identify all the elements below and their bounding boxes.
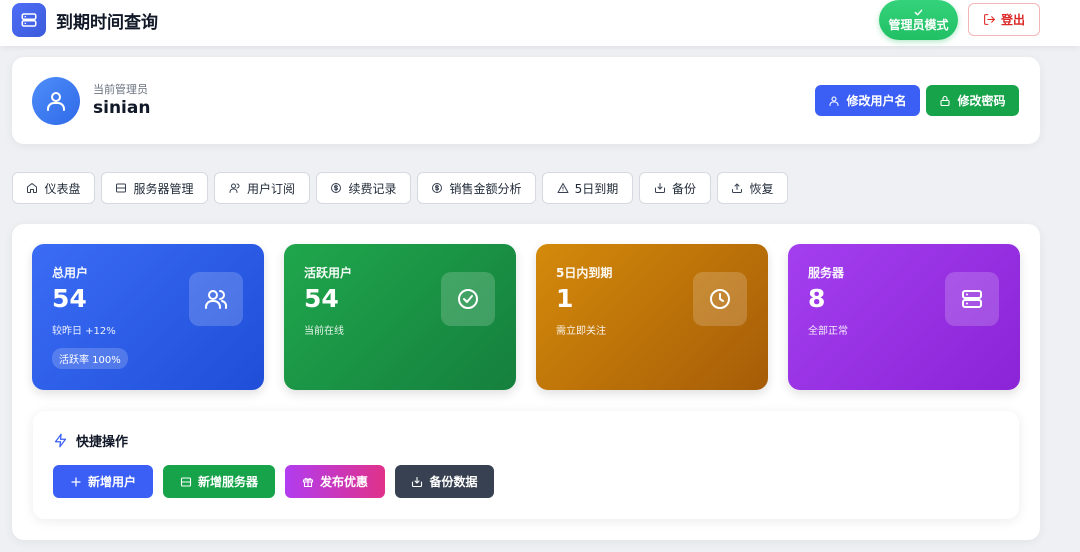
button-label: 发布优惠 [319, 475, 368, 489]
edit-username-button[interactable]: 修改用户名 [815, 85, 920, 116]
stat-value: 1 [556, 284, 574, 313]
quick-actions-panel: 快捷操作 新增用户 新增服务器 发布优惠 备份数据 [33, 411, 1019, 519]
edit-username-label: 修改用户名 [846, 94, 907, 108]
lock-icon [940, 95, 951, 106]
backup-data-button[interactable]: 备份数据 [395, 465, 494, 498]
tab-expiring-5-days[interactable]: 5日到期 [542, 172, 633, 204]
stat-icon-box [441, 272, 495, 326]
tab-label: 仪表盘 [44, 181, 81, 196]
user-icon [47, 92, 65, 111]
admin-profile-card: 当前管理员 sinian 修改用户名 修改密码 [12, 57, 1040, 144]
clock-icon [710, 289, 730, 309]
gift-icon [302, 477, 314, 487]
plus-icon [71, 476, 81, 487]
tab-backup[interactable]: 备份 [639, 172, 711, 204]
dollar-icon [331, 183, 342, 193]
stat-subtitle: 当前在线 [304, 326, 344, 337]
warning-icon [557, 183, 569, 193]
tab-server-management[interactable]: 服务器管理 [101, 172, 208, 204]
admin-username: sinian [93, 98, 151, 118]
server-icon [21, 13, 37, 27]
top-header: 到期时间查询 管理员模式 登出 [0, 0, 1080, 46]
logout-button[interactable]: 登出 [968, 3, 1040, 36]
tab-label: 备份 [671, 181, 696, 196]
tab-user-subscriptions[interactable]: 用户订阅 [214, 172, 310, 204]
download-icon [412, 476, 423, 487]
stat-title: 5日内到期 [556, 266, 613, 280]
stat-card-expiring-5-days[interactable]: 5日内到期 1 需立即关注 [536, 244, 768, 390]
stat-subtitle: 需立即关注 [556, 326, 606, 337]
server-icon [116, 183, 127, 193]
tab-label: 销售金额分析 [449, 181, 522, 196]
profile-label: 当前管理员 [93, 83, 148, 96]
stat-value: 54 [52, 284, 87, 313]
tab-sales-analysis[interactable]: 销售金额分析 [417, 172, 536, 204]
stat-card-active-users[interactable]: 活跃用户 54 当前在线 [284, 244, 516, 390]
publish-promotion-button[interactable]: 发布优惠 [285, 465, 385, 498]
tab-label: 5日到期 [574, 181, 619, 196]
stat-icon-box [945, 272, 999, 326]
download-icon [654, 183, 665, 193]
users-icon [205, 290, 228, 309]
user-icon [829, 95, 840, 106]
active-rate-badge: 活跃率 100% [52, 348, 128, 369]
server-icon [180, 476, 192, 487]
admin-mode-label: 管理员模式 [888, 18, 949, 33]
tab-label: 恢复 [749, 181, 774, 196]
stat-title: 活跃用户 [304, 266, 353, 280]
button-label: 备份数据 [429, 475, 478, 489]
button-label: 新增服务器 [197, 475, 258, 489]
server-icon [962, 290, 982, 308]
stat-value: 54 [304, 284, 339, 313]
app-logo [12, 3, 46, 37]
quick-actions-title: 快捷操作 [76, 435, 129, 450]
lightning-icon [54, 433, 67, 448]
tab-label: 续费记录 [348, 181, 397, 196]
add-user-button[interactable]: 新增用户 [53, 465, 153, 498]
stat-title: 服务器 [808, 266, 845, 280]
stat-subtitle: 较昨日 +12% [52, 326, 116, 337]
tab-renewal-records[interactable]: 续费记录 [316, 172, 411, 204]
app-title: 到期时间查询 [56, 13, 158, 33]
stat-card-total-users[interactable]: 总用户 54 较昨日 +12% 活跃率 100% [32, 244, 264, 390]
logout-label: 登出 [1000, 13, 1025, 27]
admin-mode-badge[interactable]: 管理员模式 [879, 0, 958, 40]
stat-icon-box [189, 272, 243, 326]
stat-icon-box [693, 272, 747, 326]
tab-label: 服务器管理 [133, 181, 194, 196]
tab-dashboard[interactable]: 仪表盘 [12, 172, 95, 204]
stat-title: 总用户 [52, 266, 89, 280]
stat-value: 8 [808, 284, 826, 313]
logout-icon [984, 14, 995, 25]
stat-subtitle: 全部正常 [808, 326, 848, 337]
edit-password-button[interactable]: 修改密码 [926, 85, 1019, 116]
users-icon [229, 183, 240, 193]
check-icon [914, 9, 923, 16]
tab-restore[interactable]: 恢复 [717, 172, 788, 204]
button-label: 新增用户 [87, 475, 136, 489]
tab-label: 用户订阅 [246, 181, 295, 196]
quick-actions-heading: 快捷操作 [53, 431, 128, 450]
add-server-button[interactable]: 新增服务器 [163, 465, 275, 498]
upload-icon [732, 183, 743, 193]
check-circle-icon [458, 289, 478, 309]
avatar [32, 77, 80, 125]
dollar-icon [432, 183, 443, 193]
stat-card-servers[interactable]: 服务器 8 全部正常 [788, 244, 1020, 390]
home-icon [27, 183, 38, 193]
edit-password-label: 修改密码 [957, 94, 1006, 108]
